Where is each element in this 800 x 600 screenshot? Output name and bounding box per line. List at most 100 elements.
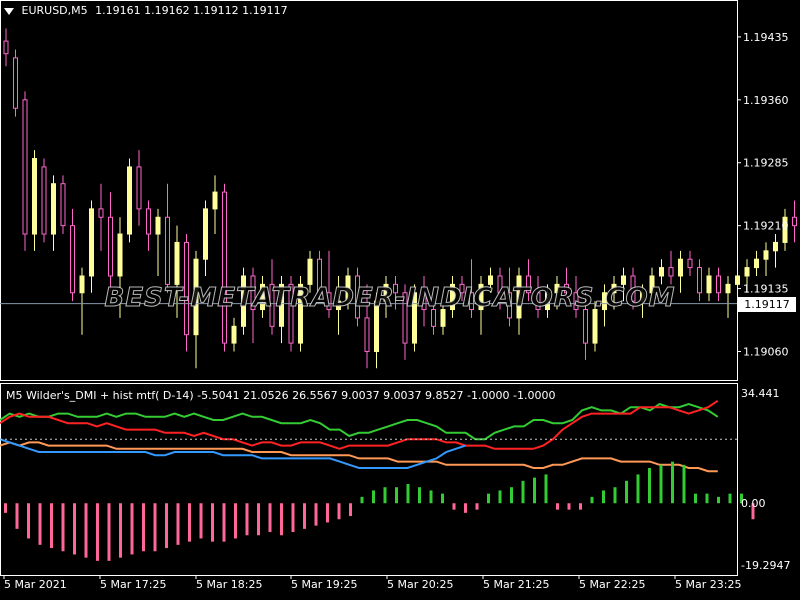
histogram-bar (602, 490, 605, 504)
histogram-bar (556, 503, 559, 510)
histogram-bar (326, 503, 329, 523)
candle-body (174, 241, 180, 285)
indicator-y-tick-label: 34.441 (741, 387, 780, 400)
watermark-text: BEST-METATRADER-INDICATORS.COM (105, 283, 676, 313)
histogram-bar (142, 503, 145, 552)
candle-body (60, 183, 66, 227)
indicator-histogram (4, 461, 755, 561)
histogram-bar (625, 480, 628, 504)
candle-body (763, 250, 769, 260)
candle-body (98, 208, 104, 218)
indicator-lines (0, 399, 719, 473)
histogram-bar (360, 496, 364, 504)
histogram-bar (372, 490, 375, 504)
candle-body (136, 166, 142, 210)
histogram-bar (452, 503, 456, 510)
histogram-bar (314, 503, 318, 526)
histogram-bar (636, 474, 640, 504)
histogram-bar (464, 503, 467, 513)
histogram-bar (349, 503, 352, 517)
indicator-header: M5 Wilder's_DMI + hist mtf( D-14) -5.504… (6, 389, 556, 402)
histogram-bar (257, 503, 260, 536)
histogram-bar (418, 487, 421, 504)
candle-body (146, 208, 151, 235)
histogram-bar (130, 503, 134, 555)
histogram-bar (567, 503, 571, 510)
candle-body (735, 275, 740, 285)
histogram-bar (579, 503, 582, 510)
histogram-bar (199, 503, 203, 539)
histogram-bar (694, 493, 697, 504)
histogram-bar (268, 503, 272, 533)
histogram-bar (728, 493, 732, 504)
histogram-bar (487, 493, 490, 504)
candle-body (222, 191, 227, 344)
histogram-bar (406, 484, 410, 504)
x-tick-label: 5 Mar 23:25 (675, 578, 741, 591)
candle-body (687, 258, 693, 269)
histogram-bar (303, 503, 306, 529)
histogram-bar (245, 503, 249, 536)
candle-body (697, 267, 702, 294)
candle-body (41, 166, 47, 235)
ohlc-high: 1.19162 (144, 4, 190, 17)
minus-di-line (0, 399, 719, 450)
histogram-bar (73, 503, 76, 555)
histogram-bar (441, 493, 444, 504)
candle-body (127, 166, 132, 235)
candle-body (212, 191, 218, 210)
histogram-bar (533, 477, 536, 504)
histogram-bar (521, 480, 525, 504)
chart-canvas[interactable]: BEST-METATRADER-INDICATORS.COM 1.19435 1.… (0, 0, 800, 600)
y-tick-label: 1.19435 (743, 31, 789, 44)
histogram-bar (717, 496, 720, 504)
histogram-bar (544, 474, 548, 504)
plus-di-line (0, 402, 719, 441)
candle-body (203, 208, 208, 260)
candle-body (754, 258, 759, 269)
histogram-bar (648, 468, 651, 504)
candle-body (108, 216, 113, 277)
x-tick-label: 5 Mar 20:25 (387, 578, 453, 591)
candle-body (32, 158, 37, 235)
candle-body (70, 225, 75, 294)
candle-body (22, 99, 28, 235)
ohlc-close: 1.19117 (242, 4, 288, 17)
collapse-triangle-icon[interactable] (4, 7, 14, 15)
candle-body (231, 325, 237, 344)
candle-body (659, 267, 664, 277)
histogram-bar (659, 464, 663, 504)
candle-body (13, 57, 18, 109)
histogram-bar (153, 503, 157, 552)
candle-body (716, 275, 721, 294)
ohlc-low: 1.19112 (193, 4, 239, 17)
x-tick-label: 5 Mar 17:25 (100, 578, 166, 591)
histogram-bar (337, 503, 341, 520)
candle-body (592, 309, 598, 344)
histogram-bar (383, 487, 387, 504)
histogram-bar (671, 461, 674, 504)
histogram-bar (165, 503, 168, 549)
adx-line (0, 441, 718, 473)
x-tick-label: 5 Mar 22:25 (579, 578, 645, 591)
histogram-bar (61, 503, 65, 552)
candle-body (725, 283, 731, 294)
histogram-bar (4, 503, 7, 513)
candle-body (155, 216, 161, 235)
candle-body (307, 258, 313, 285)
indicator-y-tick-label: 0.00 (741, 497, 766, 510)
candles-group (3, 28, 797, 369)
histogram-bar (291, 503, 295, 533)
candle-body (744, 267, 750, 277)
x-tick-label: 5 Mar 18:25 (196, 578, 262, 591)
candle-body (773, 241, 778, 252)
candle-body (668, 267, 674, 277)
histogram-bar (84, 503, 88, 558)
y-tick-label: 1.19210 (743, 220, 789, 233)
candle-body (364, 317, 370, 352)
histogram-bar (590, 496, 594, 504)
symbol-header: EURUSD,M5 1.19161 1.19162 1.19112 1.1911… (4, 4, 288, 17)
histogram-bar (211, 503, 214, 542)
candle-body (792, 216, 797, 227)
ohlc-open: 1.19161 (95, 4, 141, 17)
